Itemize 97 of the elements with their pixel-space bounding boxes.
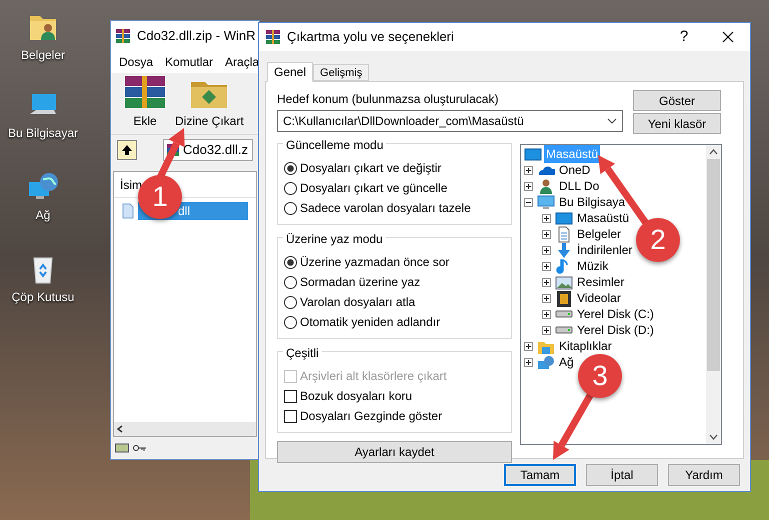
option-label: Bozuk dosyaları koru — [300, 388, 412, 405]
checkbox[interactable] — [284, 410, 297, 422]
radio-button[interactable] — [284, 256, 297, 268]
tree-item[interactable]: Yerel Disk (D:) — [575, 321, 656, 339]
expand-icon[interactable] — [542, 230, 553, 238]
hard-drive-icon — [555, 326, 573, 334]
group-title: Üzerine yaz modu — [283, 230, 386, 248]
desktop-icon-label[interactable]: Çöp Kutusu — [12, 288, 74, 306]
tree-item[interactable]: Videolar — [575, 289, 623, 307]
archive-books-icon — [123, 74, 167, 110]
radio-button[interactable] — [284, 276, 297, 288]
checkbox[interactable] — [284, 390, 297, 402]
up-arrow-icon — [121, 144, 133, 156]
archive-books-icon — [166, 143, 180, 157]
dialog-button[interactable]: Yardım — [668, 464, 740, 486]
expand-icon[interactable] — [542, 310, 553, 318]
tree-item[interactable]: Bu Bilgisaya — [557, 193, 628, 211]
radio-button[interactable] — [284, 296, 297, 308]
picture-icon — [555, 274, 573, 290]
radio-button[interactable] — [284, 202, 297, 214]
menu-item[interactable]: Dosya — [119, 53, 154, 71]
dropdown-caret-icon — [607, 118, 617, 124]
side-button[interactable]: Yeni klasör — [633, 113, 721, 134]
hard-drive-icon — [555, 310, 573, 318]
radio-button[interactable] — [284, 182, 297, 194]
scrollbar-thumb[interactable] — [707, 159, 720, 371]
expand-icon[interactable] — [542, 262, 553, 270]
tree-item[interactable]: Ağ — [557, 353, 576, 371]
path-combobox[interactable]: C:\Kullanıcılar\DllDownloader_com\Masaüstü — [277, 110, 623, 132]
globe-monitor-icon — [537, 354, 555, 370]
dialog-button[interactable]: Tamam — [504, 464, 576, 486]
tree-item[interactable]: İndirilenler — [575, 241, 634, 259]
horizontal-scrollbar[interactable] — [114, 422, 256, 436]
tree-item[interactable]: Resimler — [575, 273, 626, 291]
desktop-icon-label[interactable]: Belgeler — [20, 46, 66, 64]
tree-item[interactable]: DLL Do — [557, 177, 602, 195]
film-strip-icon — [555, 290, 573, 306]
radio-button[interactable] — [284, 316, 297, 328]
scroll-left-icon — [117, 425, 123, 433]
monitor-icon — [555, 210, 573, 226]
tree-item[interactable]: Masaüstü — [575, 209, 632, 227]
collapse-icon[interactable] — [524, 198, 535, 206]
close-icon — [722, 31, 734, 43]
tree-item[interactable]: OneD — [557, 161, 592, 179]
option-label: Sormadan üzerine yaz — [300, 274, 420, 291]
radio-button[interactable] — [284, 162, 297, 174]
option-label: Dosyaları Gezginde göster — [300, 408, 442, 425]
expand-icon[interactable] — [524, 182, 535, 190]
field-label: Hedef konum (bulunmazsa oluşturulacak) — [277, 91, 500, 108]
option-label: Üzerine yazmadan önce sor — [300, 254, 450, 271]
toolbar-button[interactable]: Dizine Çıkart — [173, 74, 246, 130]
monitor-icon — [524, 146, 542, 162]
desktop-icon-label[interactable]: Ağ — [36, 206, 50, 224]
side-button[interactable]: Göster — [633, 90, 721, 111]
tree-item[interactable]: Yerel Disk (C:) — [575, 305, 656, 323]
option-label: Otomatik yeniden adlandır — [300, 314, 440, 331]
tree-item[interactable]: Kitaplıklar — [557, 337, 614, 355]
expand-icon[interactable] — [524, 358, 535, 366]
option-label: Varolan dosyaları atla — [300, 294, 416, 311]
archive-books-icon — [265, 29, 281, 45]
option-label: Dosyaları çıkart ve değiştir — [300, 160, 442, 177]
tab[interactable]: Genel — [267, 62, 314, 82]
expand-icon[interactable] — [542, 278, 553, 286]
expand-icon[interactable] — [542, 294, 553, 302]
help-button[interactable]: ? — [668, 23, 700, 51]
dialog-title: Çıkartma yolu ve seçenekleri — [287, 28, 455, 46]
drive-icon — [115, 443, 129, 453]
tab[interactable]: Gelişmiş — [313, 64, 370, 81]
down-arrow-icon — [555, 242, 573, 258]
window-title: Cdo32.dll.zip - WinR — [137, 27, 256, 46]
key-icon — [133, 444, 147, 452]
dialog-button[interactable]: İptal — [586, 464, 658, 486]
expand-icon[interactable] — [524, 166, 535, 174]
vertical-scrollbar[interactable] — [706, 145, 721, 444]
option-label: Sadece varolan dosyaları tazele — [300, 200, 471, 217]
option-label: Dosyaları çıkart ve güncelle — [300, 180, 448, 197]
expand-icon[interactable] — [542, 214, 553, 222]
toolbar-button[interactable]: Ekle — [121, 74, 169, 130]
expand-icon[interactable] — [524, 342, 535, 350]
file-icon — [122, 203, 134, 219]
menu-item[interactable]: Araçla — [225, 53, 259, 71]
expand-icon[interactable] — [542, 326, 553, 334]
menu-item[interactable]: Komutlar — [165, 53, 214, 71]
computer-icon — [537, 194, 555, 210]
archive-books-icon — [115, 28, 131, 44]
tree-item[interactable]: Belgeler — [575, 225, 624, 243]
path-field[interactable]: Cdo32.dll.z — [163, 139, 253, 161]
tree-item[interactable]: Müzik — [575, 257, 610, 275]
expand-icon[interactable] — [542, 246, 553, 254]
save-settings-button[interactable]: Ayarları kaydet — [277, 441, 512, 463]
up-folder-button[interactable] — [117, 140, 137, 160]
desktop-icon-label[interactable]: Bu Bilgisayar — [8, 124, 78, 142]
globe-monitor-icon — [27, 172, 59, 202]
person-icon — [537, 178, 555, 194]
scroll-down-icon — [709, 434, 718, 440]
scroll-up-icon — [709, 149, 718, 155]
option-label: Arşivleri alt klasörlere çıkart — [300, 368, 447, 385]
